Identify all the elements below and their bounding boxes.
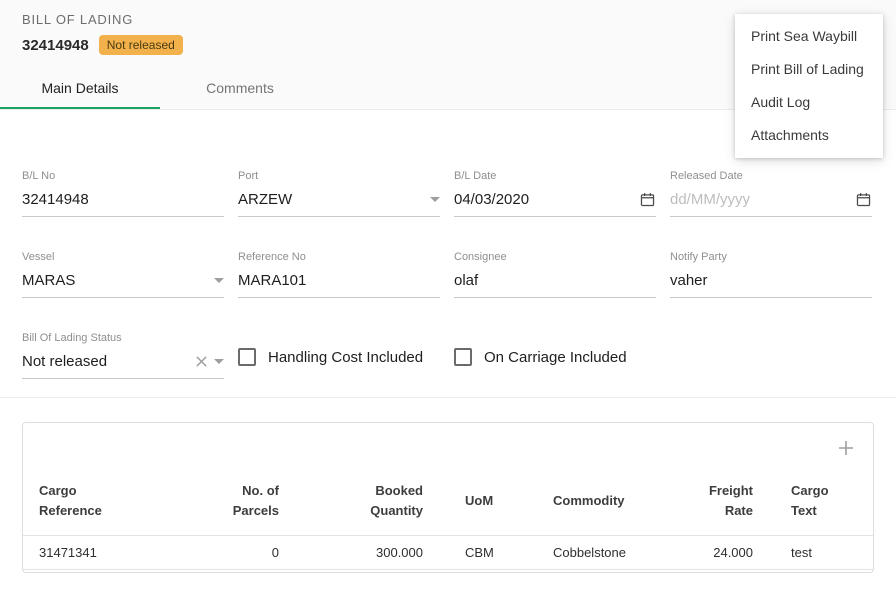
status-badge: Not released (99, 35, 183, 55)
consignee-value[interactable]: olaf (454, 272, 656, 289)
notify-party-label: Notify Party (670, 251, 872, 263)
col-commodity: Commodity (533, 473, 663, 536)
vessel-value[interactable]: MARAS (22, 272, 208, 289)
tab-main-details[interactable]: Main Details (0, 69, 160, 109)
bl-date-value[interactable]: 04/03/2020 (454, 191, 633, 208)
port-field[interactable]: Port ARZEW (238, 170, 440, 217)
vessel-field[interactable]: Vessel MARAS (22, 251, 224, 298)
cell-no-of-parcels: 0 (219, 536, 279, 570)
menu-item-attachments[interactable]: Attachments (735, 119, 883, 152)
calendar-icon[interactable] (855, 191, 872, 208)
empty-cell (670, 332, 872, 379)
cargo-table-header-row: Cargo Reference No. of Parcels Booked Qu… (23, 473, 873, 536)
chevron-down-icon[interactable] (214, 359, 224, 364)
vessel-label: Vessel (22, 251, 224, 263)
bl-status-value[interactable]: Not released (22, 353, 189, 370)
handling-cost-label: Handling Cost Included (268, 349, 423, 366)
port-value[interactable]: ARZEW (238, 191, 424, 208)
released-date-input[interactable]: dd/MM/yyyy (670, 191, 849, 208)
consignee-field[interactable]: Consignee olaf (454, 251, 656, 298)
bl-date-label: B/L Date (454, 170, 656, 182)
cell-booked-quantity: 300.000 (279, 536, 423, 570)
clear-x-icon[interactable] (195, 355, 208, 368)
menu-item-audit-log[interactable]: Audit Log (735, 86, 883, 119)
cell-cargo-text: test (753, 536, 873, 570)
bl-status-label: Bill Of Lading Status (22, 332, 224, 344)
cell-freight-rate: 24.000 (663, 536, 753, 570)
col-cargo-text: Cargo Text (753, 473, 873, 536)
col-freight-rate: Freight Rate (663, 473, 753, 536)
bl-no-field[interactable]: B/L No 32414948 (22, 170, 224, 217)
checkbox-unchecked-icon[interactable] (238, 348, 256, 366)
main-details-form: B/L No 32414948 Port ARZEW B/L Date 04/0… (22, 170, 874, 379)
released-date-field[interactable]: Released Date dd/MM/yyyy (670, 170, 872, 217)
plus-icon (837, 439, 855, 457)
bl-date-field[interactable]: B/L Date 04/03/2020 (454, 170, 656, 217)
menu-item-print-sea-waybill[interactable]: Print Sea Waybill (735, 20, 883, 53)
notify-party-field[interactable]: Notify Party vaher (670, 251, 872, 298)
checkbox-unchecked-icon[interactable] (454, 348, 472, 366)
reference-no-field[interactable]: Reference No MARA101 (238, 251, 440, 298)
bl-status-field[interactable]: Bill Of Lading Status Not released (22, 332, 224, 379)
cell-commodity: Cobbelstone (533, 536, 663, 570)
chevron-down-icon[interactable] (430, 197, 440, 202)
section-divider (0, 397, 896, 398)
tab-comments[interactable]: Comments (160, 69, 320, 109)
col-booked-quantity: Booked Quantity (279, 473, 423, 536)
released-date-label: Released Date (670, 170, 872, 182)
col-uom: UoM (423, 473, 533, 536)
cell-uom: CBM (423, 536, 533, 570)
cargo-card: Cargo Reference No. of Parcels Booked Qu… (22, 422, 874, 573)
col-no-of-parcels: No. of Parcels (219, 473, 279, 536)
cell-cargo-reference: 31471341 (23, 536, 219, 570)
cargo-table: Cargo Reference No. of Parcels Booked Qu… (23, 473, 873, 570)
add-cargo-button[interactable] (837, 439, 855, 457)
bl-no-value[interactable]: 32414948 (22, 191, 224, 208)
on-carriage-label: On Carriage Included (484, 349, 627, 366)
document-number: 32414948 (22, 37, 89, 54)
chevron-down-icon[interactable] (214, 278, 224, 283)
context-menu: Print Sea Waybill Print Bill of Lading A… (735, 14, 883, 158)
cargo-table-row[interactable]: 31471341 0 300.000 CBM Cobbelstone 24.00… (23, 536, 873, 570)
menu-item-print-bill-of-lading[interactable]: Print Bill of Lading (735, 53, 883, 86)
calendar-icon[interactable] (639, 191, 656, 208)
on-carriage-checkbox-item[interactable]: On Carriage Included (454, 348, 656, 366)
col-cargo-reference: Cargo Reference (23, 473, 219, 536)
reference-no-label: Reference No (238, 251, 440, 263)
bl-no-label: B/L No (22, 170, 224, 182)
consignee-label: Consignee (454, 251, 656, 263)
reference-no-value[interactable]: MARA101 (238, 272, 440, 289)
handling-cost-checkbox-item[interactable]: Handling Cost Included (238, 348, 440, 366)
port-label: Port (238, 170, 440, 182)
notify-party-value[interactable]: vaher (670, 272, 872, 289)
cargo-card-toolbar (23, 423, 873, 473)
